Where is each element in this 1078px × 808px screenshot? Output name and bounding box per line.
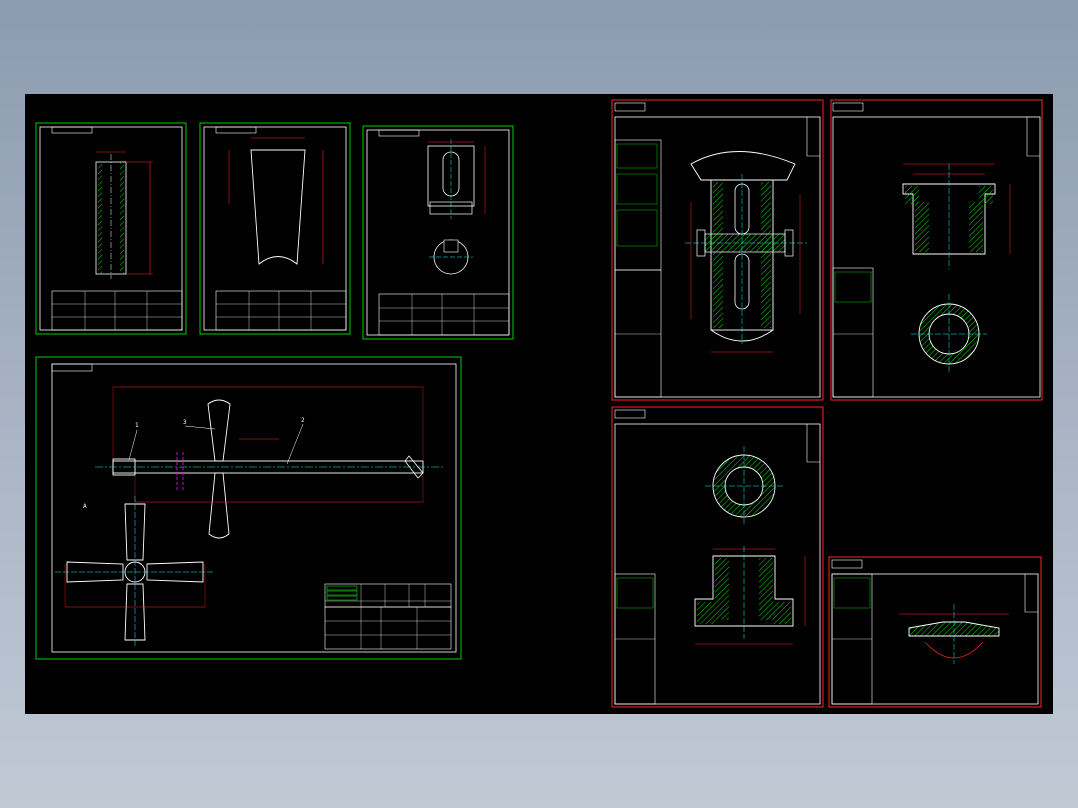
- title-block-sheet-2: [215, 290, 347, 331]
- title-block-assembly: [324, 606, 452, 650]
- title-block-sheet-6: [832, 267, 874, 398]
- section-label-a: A: [83, 503, 87, 510]
- title-block-sheet-1: [51, 290, 183, 331]
- sheet-taper-part[interactable]: [199, 122, 351, 335]
- part-label-2: 2: [301, 417, 305, 424]
- parts-list-table: [324, 583, 452, 608]
- sheet-pipe-part[interactable]: [35, 122, 187, 335]
- sheet-slot-part[interactable]: [362, 125, 514, 340]
- part-label-1: 1: [135, 422, 139, 429]
- sheet-assembly[interactable]: 1 3 2 A: [35, 356, 462, 660]
- sheet-coupling-section[interactable]: [611, 99, 824, 401]
- title-block-sheet-8: [831, 573, 873, 705]
- part-label-3: 3: [183, 419, 187, 426]
- sheet-hub-part[interactable]: [611, 406, 824, 708]
- cad-model-space[interactable]: 1 3 2 A: [25, 94, 1053, 714]
- sheet-disc-part[interactable]: [828, 556, 1042, 708]
- title-block-sheet-7: [614, 573, 656, 705]
- drawing-canvas[interactable]: 1 3 2 A: [25, 94, 1053, 714]
- impeller-top-view: [55, 496, 215, 646]
- title-block-sheet-3: [378, 293, 510, 336]
- sheet-flange-part[interactable]: [830, 99, 1043, 401]
